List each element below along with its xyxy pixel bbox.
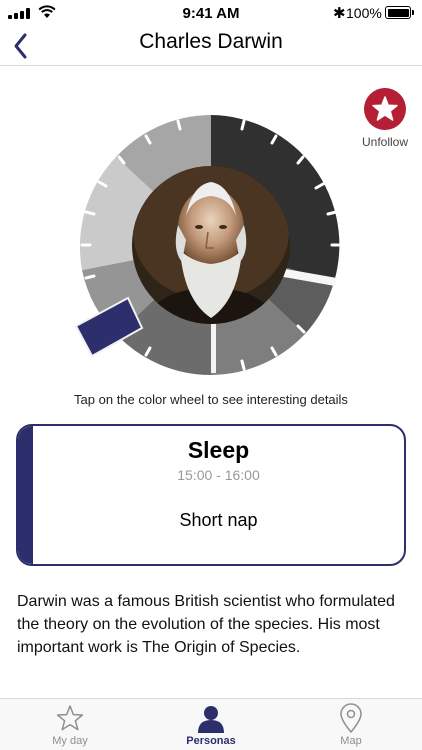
tab-personas[interactable]: Personas [161, 703, 261, 749]
status-bar: 9:41 AM ✱ 100% [0, 0, 422, 26]
wheel-hint: Tap on the color wheel to see interestin… [74, 392, 348, 407]
page-title: Charles Darwin [139, 30, 283, 53]
tab-bar: My day Personas Map [0, 698, 422, 750]
star-outline-icon [56, 705, 84, 731]
activity-time: 15:00 - 16:00 [177, 467, 260, 483]
person-icon [198, 706, 224, 733]
card-accent [18, 426, 33, 564]
map-pin-icon [340, 703, 362, 733]
persona-bio: Darwin was a famous British scientist wh… [17, 593, 395, 656]
activity-title: Sleep [187, 437, 250, 463]
activity-description: Short nap [179, 510, 258, 530]
unfollow-label: Unfollow [361, 135, 409, 149]
battery-percentage: 100% [346, 5, 382, 21]
activity-color-wheel[interactable] [70, 110, 360, 395]
unfollow-button[interactable]: Unfollow [356, 88, 414, 150]
activity-card[interactable]: Sleep 15:00 - 16:00 Short nap [16, 424, 406, 566]
battery-icon [385, 6, 414, 19]
tab-label: My day [52, 735, 88, 747]
star-icon [364, 88, 406, 130]
tab-label: Map [340, 735, 362, 747]
navigation-bar: Charles Darwin [0, 26, 422, 66]
tab-my-day[interactable]: My day [20, 703, 120, 749]
bluetooth-icon: ✱ [333, 5, 346, 22]
tab-map[interactable]: Map [301, 703, 401, 749]
tab-label: Personas [186, 735, 236, 747]
